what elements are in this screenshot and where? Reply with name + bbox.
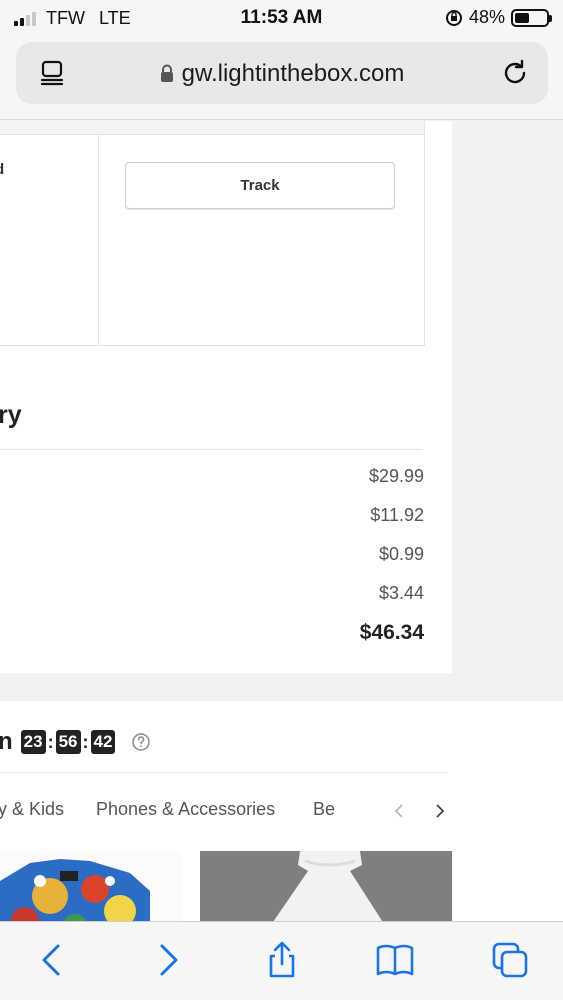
help-icon[interactable] (131, 732, 151, 752)
shipping-value: $11.92 (370, 505, 424, 525)
table-divider (98, 135, 99, 345)
category-tabs: y & Kids Phones & Accessories Be (0, 799, 380, 825)
category-tab[interactable]: Phones & Accessories (96, 799, 275, 820)
orientation-lock-icon (445, 9, 462, 26)
dress-image (200, 851, 452, 921)
product-image[interactable] (200, 851, 452, 921)
tracking-table-header (0, 121, 424, 135)
divider (0, 772, 448, 773)
category-tab[interactable]: Be (313, 799, 335, 820)
tax-value: $3.44 (378, 583, 424, 603)
bookmarks-icon[interactable] (375, 940, 415, 980)
url-text: gw.lightinthebox.com (181, 60, 405, 87)
battery-icon (511, 8, 552, 27)
product-image[interactable] (0, 851, 182, 921)
shirt-image (0, 851, 182, 921)
url-display[interactable]: gw.lightinthebox.com (16, 60, 548, 88)
fee-value: $0.99 (378, 544, 424, 564)
countdown-separator: : (82, 731, 89, 752)
address-bar[interactable]: gw.lightinthebox.com (16, 42, 548, 104)
lock-icon (160, 64, 173, 82)
track-button[interactable]: Track (125, 162, 395, 209)
forward-icon[interactable] (148, 940, 188, 980)
countdown-separator: : (47, 731, 54, 752)
countdown-hours: 23 (20, 730, 46, 754)
flash-sale-section: n 23 : 56 : 42 y & Kids Phones & Accesso… (0, 701, 563, 921)
tracking-table: d Track (0, 121, 425, 346)
chevron-left-icon[interactable] (392, 801, 406, 821)
back-icon[interactable] (32, 940, 72, 980)
reload-icon[interactable] (500, 58, 530, 88)
page-content: d Track ry $29.99 $11.92 $0.99 $3.44 $46… (0, 121, 563, 921)
subtotal-value: $29.99 (368, 466, 424, 486)
order-total-value: $46.34 (359, 621, 424, 644)
browser-toolbar-bottom (0, 921, 563, 1000)
battery-percent: 48% (468, 7, 505, 27)
order-card: d Track ry $29.99 $11.92 $0.99 $3.44 $46… (0, 121, 452, 673)
flash-sale-title: n (0, 728, 13, 755)
flash-sale-header: n 23 : 56 : 42 (0, 728, 151, 756)
browser-toolbar-top: gw.lightinthebox.com (0, 36, 563, 120)
chevron-right-icon[interactable] (433, 801, 447, 821)
status-bar: TFW LTE 11:53 AM 48% (0, 0, 563, 36)
share-icon[interactable] (262, 940, 302, 980)
tracking-cell-text: d (0, 161, 4, 178)
countdown-seconds: 42 (90, 730, 116, 754)
order-summary-title: ry (0, 401, 22, 429)
divider (0, 449, 422, 450)
countdown-minutes: 56 (55, 730, 81, 754)
battery-info: 48% (445, 7, 552, 28)
category-tab[interactable]: y & Kids (0, 799, 64, 820)
tabs-icon[interactable] (490, 940, 530, 980)
